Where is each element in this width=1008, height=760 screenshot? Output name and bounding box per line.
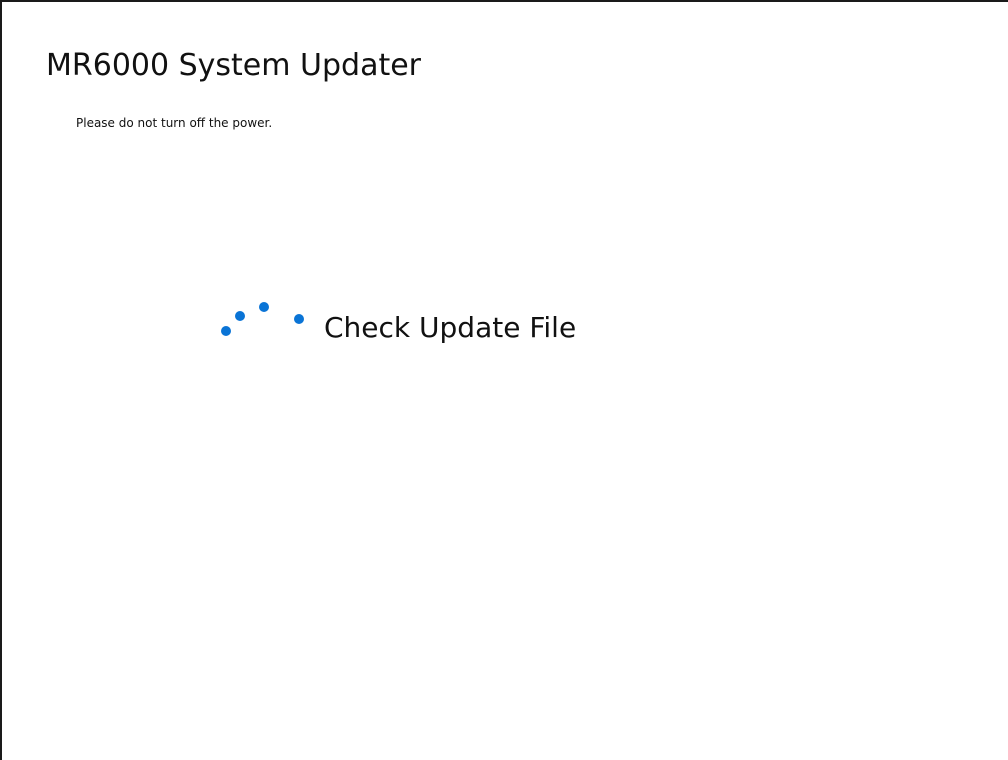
spinner-dot (259, 302, 269, 312)
spinner-dot (221, 326, 231, 336)
spinner-dot (294, 314, 304, 324)
loading-spinner-icon (216, 298, 308, 342)
spinner-dot (235, 311, 245, 321)
power-warning-message: Please do not turn off the power. (76, 116, 273, 130)
updater-window: MR6000 System Updater Please do not turn… (0, 0, 1008, 760)
status-text: Check Update File (324, 311, 577, 344)
page-title: MR6000 System Updater (46, 48, 421, 83)
